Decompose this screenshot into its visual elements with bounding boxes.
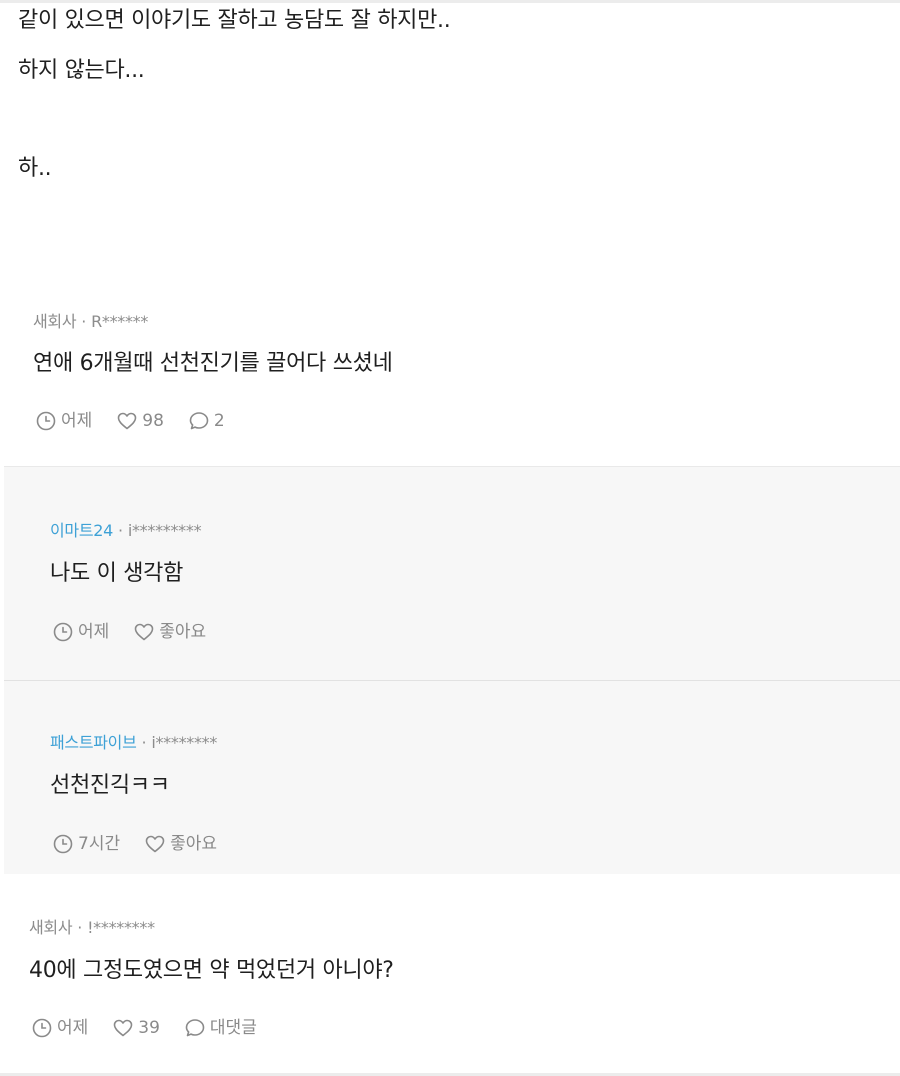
comment-author: i******** bbox=[151, 733, 218, 752]
heart-icon bbox=[113, 1019, 133, 1037]
meta-separator: · bbox=[118, 521, 123, 540]
clock-icon bbox=[53, 622, 73, 642]
meta-separator: · bbox=[141, 733, 147, 752]
time-item: 7시간 bbox=[52, 833, 120, 855]
like-label: 좋아요 bbox=[159, 622, 207, 642]
heart-icon bbox=[117, 412, 137, 430]
like-count: 39 bbox=[138, 1018, 160, 1038]
comment: 새회사 · !******** 40에 그정도였으면 약 먹었던거 아니야? 어제 … bbox=[4, 874, 900, 1076]
post-text-line: 하지 않는다... bbox=[18, 58, 145, 83]
speech-bubble-icon bbox=[185, 1019, 205, 1037]
comment-actions: 어제 좋아요 bbox=[52, 620, 230, 644]
reply-label: 대댓글 bbox=[209, 1018, 257, 1038]
reply-comment: 패스트파이브 · i******** 선천진긱ㅋㅋ 7시간 좋아요 bbox=[4, 681, 900, 874]
meta-separator: · bbox=[81, 312, 87, 331]
like-button[interactable]: 98 bbox=[116, 410, 164, 432]
clock-icon bbox=[32, 1018, 52, 1038]
comment-author: i********* bbox=[127, 521, 202, 540]
comment-meta: 패스트파이브 · i******** bbox=[50, 733, 217, 753]
like-count: 98 bbox=[142, 411, 164, 431]
clock-icon bbox=[53, 834, 73, 854]
comment-company[interactable]: 이마트24 bbox=[50, 521, 113, 540]
time-item: 어제 bbox=[35, 410, 92, 432]
comment-company[interactable]: 새회사 bbox=[29, 918, 73, 937]
comment-actions: 어제 39 대댓글 bbox=[31, 1016, 281, 1040]
comment-meta: 새회사 · !******** bbox=[29, 918, 155, 938]
post-text-line: 같이 있으면 이야기도 잘하고 농담도 잘 하지만.. bbox=[18, 8, 451, 33]
like-button[interactable]: 39 bbox=[112, 1017, 160, 1039]
comment-meta: 새회사 · R****** bbox=[33, 312, 148, 332]
reply-count: 2 bbox=[213, 411, 225, 431]
like-button[interactable]: 좋아요 bbox=[133, 621, 206, 643]
time-item: 어제 bbox=[31, 1017, 88, 1039]
comment-author: !******** bbox=[87, 918, 155, 937]
time-item: 어제 bbox=[52, 621, 109, 643]
comment-meta: 이마트24 · i********* bbox=[50, 521, 202, 541]
comment-text: 나도 이 생각함 bbox=[50, 561, 184, 586]
reply-comment: 이마트24 · i********* 나도 이 생각함 어제 좋아요 bbox=[4, 467, 900, 680]
comment-text: 연애 6개월때 선천진기를 끌어다 쓰셨네 bbox=[33, 351, 393, 376]
heart-icon bbox=[134, 623, 154, 641]
post-text-line: 하.. bbox=[18, 156, 52, 181]
comment-time: 어제 bbox=[61, 411, 93, 431]
clock-icon bbox=[36, 411, 56, 431]
heart-icon bbox=[145, 835, 165, 853]
comment-text: 40에 그정도였으면 약 먹었던거 아니야? bbox=[29, 958, 394, 983]
comment-time: 어제 bbox=[57, 1018, 89, 1038]
meta-separator: · bbox=[77, 918, 83, 937]
comment-time: 어제 bbox=[78, 622, 110, 642]
comment-company[interactable]: 패스트파이브 bbox=[50, 733, 137, 752]
comment: 새회사 · R****** 연애 6개월때 선천진기를 끌어다 쓰셨네 어제 98 … bbox=[4, 296, 900, 466]
comment-company[interactable]: 새회사 bbox=[33, 312, 77, 331]
speech-bubble-icon bbox=[189, 412, 209, 430]
reply-button[interactable]: 2 bbox=[188, 410, 225, 432]
like-button[interactable]: 좋아요 bbox=[144, 833, 217, 855]
comment-actions: 어제 98 2 bbox=[35, 409, 249, 433]
reply-button[interactable]: 대댓글 bbox=[184, 1017, 257, 1039]
top-divider bbox=[0, 0, 900, 3]
comment-author: R****** bbox=[91, 312, 149, 331]
comment-time: 7시간 bbox=[78, 834, 121, 854]
like-label: 좋아요 bbox=[170, 834, 218, 854]
comment-actions: 7시간 좋아요 bbox=[52, 832, 241, 856]
comment-text: 선천진긱ㅋㅋ bbox=[50, 773, 170, 798]
